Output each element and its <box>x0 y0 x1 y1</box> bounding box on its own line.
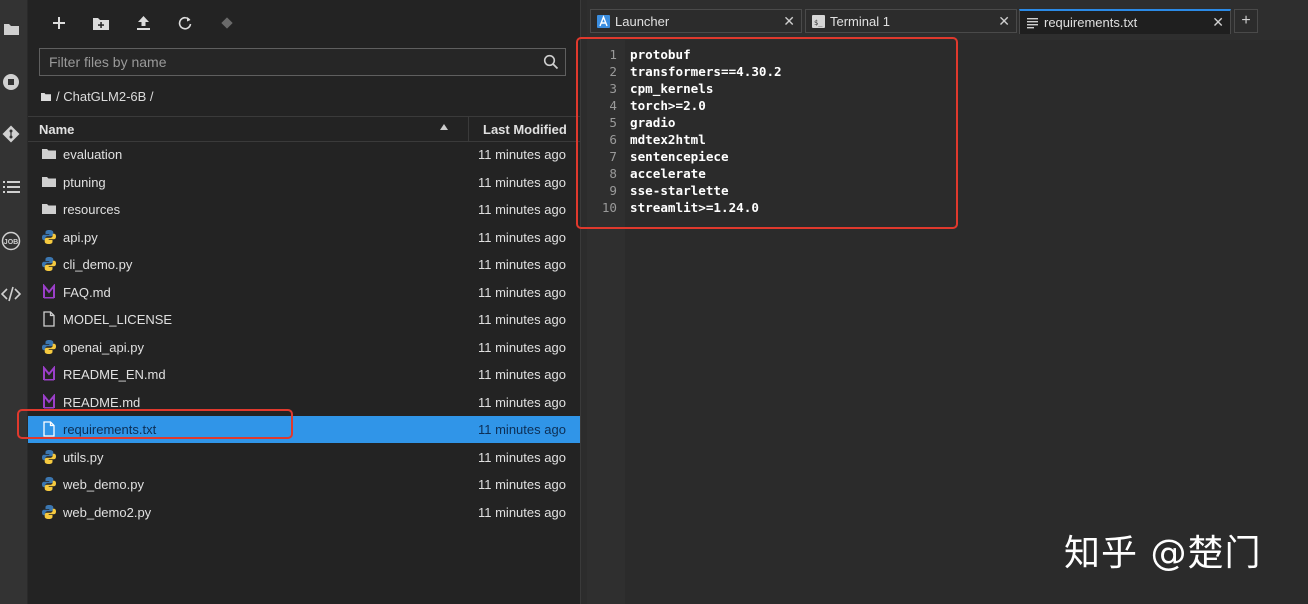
file-row[interactable]: web_demo2.py 11 minutes ago <box>28 499 580 526</box>
file-modified: 11 minutes ago <box>478 312 566 327</box>
file-row[interactable]: web_demo.py 11 minutes ago <box>28 471 580 498</box>
tab-label: requirements.txt <box>1044 15 1138 30</box>
main-area: Launcher ✕ $_ Terminal 1 ✕ requirements.… <box>576 0 1308 604</box>
python-file-icon <box>41 256 57 272</box>
folder-icon <box>41 174 57 190</box>
python-file-icon <box>41 229 57 245</box>
tab-launcher[interactable]: Launcher ✕ <box>590 9 802 33</box>
file-list-header: Name Last Modified <box>28 116 580 142</box>
file-modified: 11 minutes ago <box>478 147 566 162</box>
sort-ascending-icon[interactable] <box>440 124 448 130</box>
file-row[interactable]: evaluation 11 minutes ago <box>28 141 580 168</box>
folder-icon <box>41 201 57 217</box>
file-name: openai_api.py <box>63 339 144 355</box>
tab-terminal[interactable]: $_ Terminal 1 ✕ <box>805 9 1017 33</box>
file-browser-toolbar <box>28 0 580 46</box>
file-row[interactable]: cli_demo.py 11 minutes ago <box>28 251 580 278</box>
column-header-last-modified[interactable]: Last Modified <box>483 122 567 137</box>
file-modified: 11 minutes ago <box>478 449 566 465</box>
code-icon[interactable] <box>0 283 22 305</box>
python-file-icon <box>41 504 57 520</box>
file-row[interactable]: openai_api.py 11 minutes ago <box>28 334 580 361</box>
table-of-contents-icon[interactable] <box>0 176 22 198</box>
new-launcher-button[interactable] <box>48 12 70 34</box>
markdown-file-icon <box>41 392 57 410</box>
terminal-icon: $_ <box>812 15 825 28</box>
svg-text:JOB: JOB <box>4 239 18 246</box>
python-file-icon <box>41 339 57 355</box>
folder-icon <box>41 146 57 162</box>
tab-label: Launcher <box>615 14 670 29</box>
svg-text:$_: $_ <box>814 19 823 27</box>
file-modified: 11 minutes ago <box>478 504 566 520</box>
file-modified: 11 minutes ago <box>478 257 566 272</box>
tab-bar: Launcher ✕ $_ Terminal 1 ✕ requirements.… <box>587 0 1308 40</box>
file-name: evaluation <box>63 147 123 162</box>
file-name: web_demo.py <box>63 477 144 492</box>
file-modified: 11 minutes ago <box>478 367 566 382</box>
markdown-file-icon <box>41 365 57 382</box>
highlight-box-code <box>576 37 958 229</box>
file-icon <box>41 311 57 327</box>
file-row[interactable]: MODEL_LICENSE 11 minutes ago <box>28 306 580 333</box>
file-name: FAQ.md <box>63 284 111 300</box>
close-icon[interactable]: ✕ <box>1212 14 1224 31</box>
file-name: MODEL_LICENSE <box>63 312 173 327</box>
running-icon[interactable] <box>0 71 22 93</box>
file-modified: 11 minutes ago <box>478 202 566 217</box>
file-row[interactable]: ptuning 11 minutes ago <box>28 169 580 196</box>
launcher-icon <box>597 15 610 28</box>
column-header-name[interactable]: Name <box>39 122 74 137</box>
close-icon[interactable]: ✕ <box>998 13 1010 30</box>
file-modified: 11 minutes ago <box>478 339 566 355</box>
file-row[interactable]: README_EN.md 11 minutes ago <box>28 361 580 388</box>
file-modified: 11 minutes ago <box>478 229 566 245</box>
breadcrumb: / ChatGLM2-6B / <box>41 87 154 105</box>
text-file-icon <box>1026 16 1039 29</box>
file-modified: 11 minutes ago <box>478 422 566 437</box>
upload-button[interactable] <box>132 12 154 34</box>
tab-label: Terminal 1 <box>830 14 890 29</box>
file-modified: 11 minutes ago <box>478 174 566 190</box>
filter-files-input[interactable] <box>40 49 548 75</box>
column-divider[interactable] <box>468 117 469 141</box>
python-file-icon <box>41 476 57 492</box>
git-clone-button[interactable] <box>216 12 238 34</box>
file-name: cli_demo.py <box>63 257 133 272</box>
new-folder-button[interactable] <box>90 12 112 34</box>
search-icon <box>543 54 559 70</box>
file-browser: / ChatGLM2-6B / Name Last Modified evalu… <box>17 0 580 604</box>
file-modified: 11 minutes ago <box>478 284 566 300</box>
file-row[interactable]: resources 11 minutes ago <box>28 196 580 223</box>
tab-requirements-txt[interactable]: requirements.txt ✕ <box>1019 9 1231 34</box>
file-name: web_demo2.py <box>63 504 152 520</box>
git-icon[interactable] <box>0 123 22 145</box>
file-row[interactable]: FAQ.md 11 minutes ago <box>28 279 580 306</box>
activity-bar: JOB <box>0 0 28 604</box>
file-modified: 11 minutes ago <box>478 394 566 410</box>
file-name: resources <box>63 202 121 217</box>
job-icon[interactable]: JOB <box>0 230 22 252</box>
refresh-button[interactable] <box>174 12 196 34</box>
file-name: api.py <box>63 229 98 245</box>
file-filter <box>39 48 566 76</box>
folder-icon[interactable] <box>0 18 22 40</box>
close-icon[interactable]: ✕ <box>783 13 795 30</box>
file-name: README_EN.md <box>63 367 166 382</box>
add-tab-button[interactable]: + <box>1234 9 1258 33</box>
watermark-text: 知乎 @楚门 <box>1064 533 1262 574</box>
file-name: utils.py <box>63 449 104 465</box>
breadcrumb-path[interactable]: / ChatGLM2-6B / <box>56 89 154 104</box>
file-row[interactable]: api.py 11 minutes ago <box>28 224 580 251</box>
markdown-file-icon <box>41 282 57 300</box>
file-name: README.md <box>63 394 141 410</box>
file-modified: 11 minutes ago <box>478 477 566 492</box>
file-name: ptuning <box>63 174 106 190</box>
file-row[interactable]: utils.py 11 minutes ago <box>28 444 580 471</box>
python-file-icon <box>41 449 57 465</box>
home-folder-icon[interactable] <box>41 89 51 104</box>
highlight-box-requirements <box>17 409 293 439</box>
